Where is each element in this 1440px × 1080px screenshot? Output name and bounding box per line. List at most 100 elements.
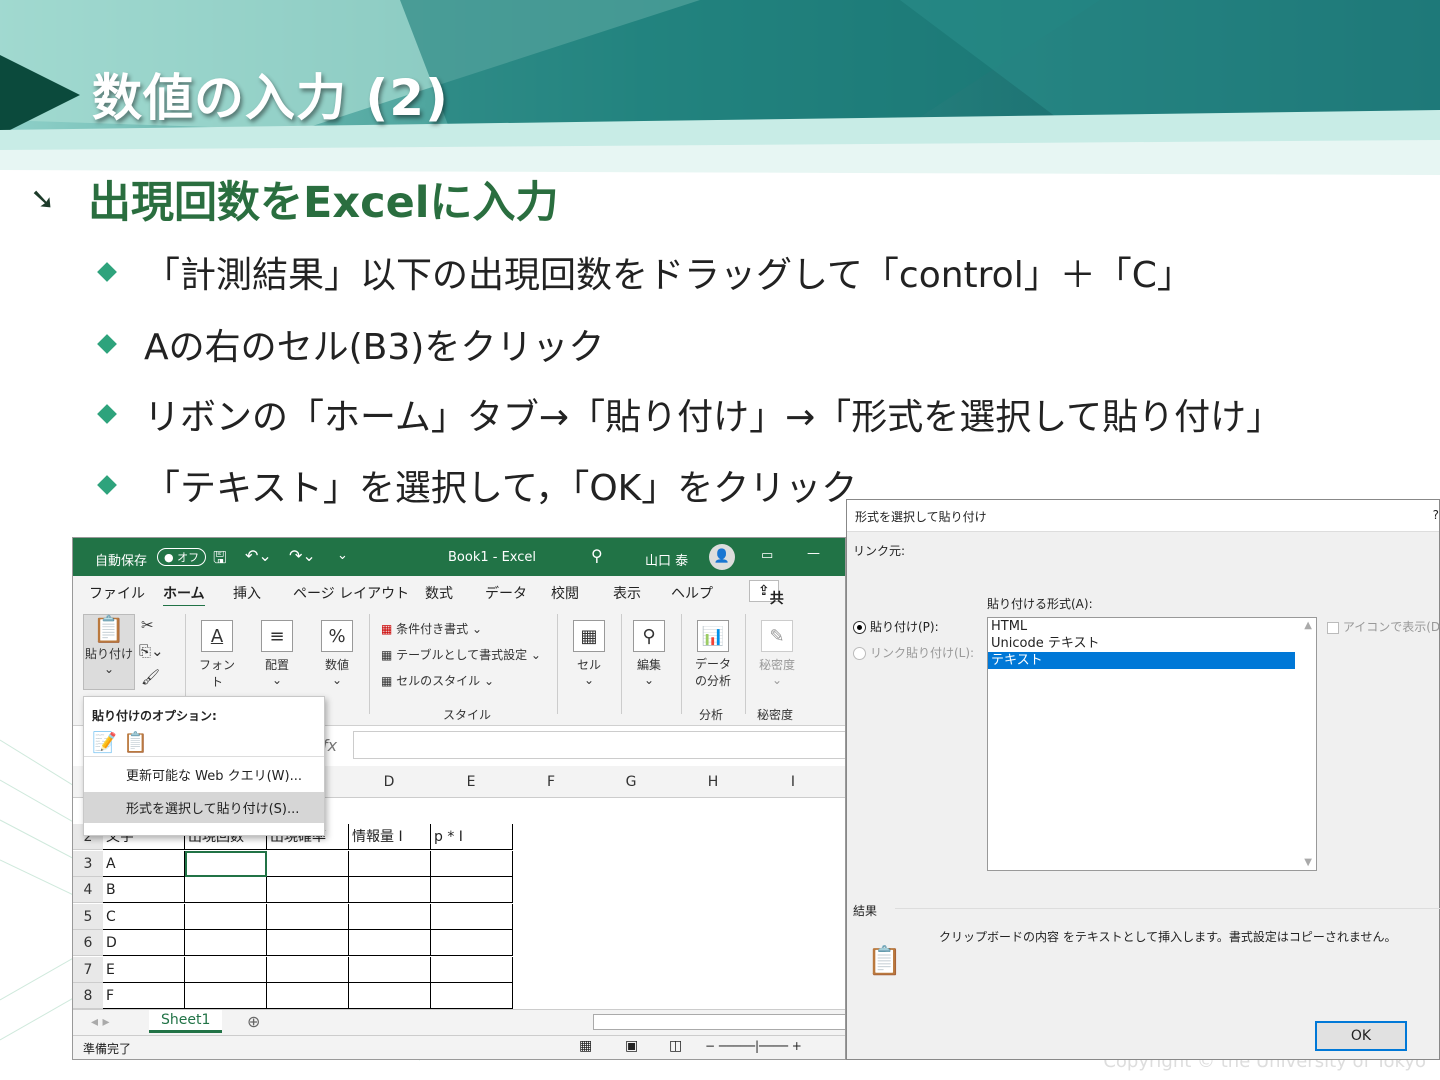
share-button[interactable]: ⇪ 共有	[749, 580, 784, 627]
table-cell[interactable]: E	[103, 956, 185, 983]
table-cell[interactable]	[267, 956, 349, 983]
copy-icon[interactable]: ⎘⌄	[139, 642, 164, 660]
column-header[interactable]: H	[673, 774, 753, 790]
column-header[interactable]: E	[431, 774, 511, 790]
display-as-icon-checkbox[interactable]: アイコンで表示(D	[1327, 618, 1440, 635]
autosave-toggle[interactable]: ● オフ	[157, 548, 207, 566]
tab-home[interactable]: ホーム	[163, 583, 205, 608]
table-cell[interactable]	[267, 983, 349, 1009]
column-header[interactable]: G	[591, 774, 671, 790]
alignment-button[interactable]: ≡ 配置 ⌄	[257, 620, 297, 687]
sheet-nav-icon[interactable]: ◂ ▸	[91, 1014, 110, 1030]
tab-formulas[interactable]: 数式	[425, 583, 453, 603]
tab-help[interactable]: ヘルプ	[671, 583, 713, 603]
conditional-format-button[interactable]: ▦ 条件付き書式 ⌄	[381, 620, 482, 637]
minimize-icon[interactable]: —	[807, 546, 820, 561]
table-cell[interactable]	[349, 850, 431, 877]
row-header[interactable]: 8	[73, 983, 103, 1009]
table-cell[interactable]: C	[103, 903, 185, 930]
table-cell[interactable]: p * I	[431, 824, 513, 850]
table-cell[interactable]	[431, 983, 513, 1009]
row-header[interactable]: 3	[73, 850, 103, 877]
analyze-data-button[interactable]: 📊 データの分析	[691, 620, 735, 690]
undo-icon[interactable]: ↶⌄	[245, 546, 272, 565]
table-cell[interactable]	[185, 903, 267, 930]
format-painter-icon[interactable]: 🖌	[141, 668, 160, 686]
table-cell[interactable]	[267, 903, 349, 930]
table-cell[interactable]: 情報量 I	[349, 824, 431, 850]
formula-bar[interactable]: fx	[322, 731, 845, 759]
redo-icon[interactable]: ↷⌄	[289, 546, 316, 565]
zoom-slider[interactable]: − ─────|──── +	[705, 1039, 802, 1053]
format-item-selected[interactable]: テキスト	[988, 652, 1295, 669]
column-header[interactable]: I	[753, 774, 833, 790]
format-item[interactable]: HTML	[988, 618, 1316, 635]
scroll-down-icon[interactable]: ▼	[1304, 857, 1312, 868]
avatar[interactable]: 👤	[709, 544, 735, 570]
table-cell[interactable]	[185, 956, 267, 983]
row-header[interactable]: 4	[73, 877, 103, 903]
tab-view[interactable]: 表示	[613, 583, 641, 603]
table-cell[interactable]	[185, 877, 267, 903]
link-paste-radio[interactable]: リンク貼り付け(L):	[853, 644, 974, 661]
table-cell[interactable]	[349, 877, 431, 903]
customize-qat-icon[interactable]: ⌄	[337, 548, 348, 563]
table-cell[interactable]	[431, 903, 513, 930]
column-header[interactable]: D	[349, 774, 429, 790]
table-cell[interactable]	[267, 930, 349, 956]
table-cell[interactable]	[431, 930, 513, 956]
help-button[interactable]: ?	[1433, 508, 1439, 522]
paste-text-icon[interactable]: 📝	[92, 730, 117, 754]
cell-style-button[interactable]: ▦ セルのスタイル ⌄	[381, 672, 494, 689]
cells-button[interactable]: ▦ セル ⌄	[569, 620, 609, 687]
table-cell[interactable]: F	[103, 983, 185, 1009]
table-cell[interactable]	[349, 903, 431, 930]
ok-button[interactable]: OK	[1315, 1021, 1407, 1051]
ribbon-display-icon[interactable]: ▭	[761, 548, 773, 563]
table-cell[interactable]	[185, 983, 267, 1009]
sensitivity-button[interactable]: ✎ 秘密度 ⌄	[755, 620, 799, 687]
row-header[interactable]: 7	[73, 956, 103, 983]
table-cell[interactable]	[431, 956, 513, 983]
page-layout-icon[interactable]: ▣	[625, 1038, 638, 1054]
tab-page-layout[interactable]: ページ レイアウト	[293, 583, 409, 603]
table-cell[interactable]	[349, 956, 431, 983]
table-cell[interactable]	[267, 850, 349, 877]
table-cell[interactable]: B	[103, 877, 185, 903]
format-item[interactable]: Unicode テキスト	[988, 635, 1316, 652]
paste-keep-icon[interactable]: 📋	[123, 730, 148, 754]
save-icon[interactable]: 🖫	[213, 547, 227, 574]
table-cell[interactable]	[349, 983, 431, 1009]
paste-button[interactable]: 📋 貼り付け ⌄	[83, 614, 135, 690]
table-cell[interactable]	[267, 877, 349, 903]
add-sheet-icon[interactable]: ⊕	[247, 1012, 260, 1031]
tab-data[interactable]: データ	[485, 583, 527, 603]
row-header[interactable]: 5	[73, 903, 103, 930]
table-cell[interactable]	[431, 877, 513, 903]
row-header[interactable]: 6	[73, 930, 103, 956]
scroll-up-icon[interactable]: ▲	[1304, 620, 1312, 631]
cut-icon[interactable]: ✂	[141, 616, 154, 634]
normal-view-icon[interactable]: ▦	[579, 1038, 592, 1054]
search-icon[interactable]: ⚲	[591, 546, 603, 565]
web-query-item[interactable]: 更新可能な Web クエリ(W)...	[84, 757, 324, 792]
table-cell[interactable]: A	[103, 850, 185, 877]
table-cell[interactable]	[185, 930, 267, 956]
editing-button[interactable]: ⚲ 編集 ⌄	[629, 620, 669, 687]
paste-radio[interactable]: 貼り付け(P):	[853, 618, 939, 635]
font-button[interactable]: Aフォント⌄	[197, 620, 237, 704]
number-button[interactable]: % 数値 ⌄	[317, 620, 357, 687]
horizontal-scrollbar[interactable]	[593, 1014, 845, 1030]
table-cell[interactable]	[431, 850, 513, 877]
tab-review[interactable]: 校閲	[551, 583, 579, 603]
paste-special-item[interactable]: 形式を選択して貼り付け(S)...	[84, 792, 324, 823]
table-format-button[interactable]: ▦ テーブルとして書式設定 ⌄	[381, 646, 541, 663]
tab-insert[interactable]: 挿入	[233, 583, 261, 603]
table-cell[interactable]: D	[103, 930, 185, 956]
format-list[interactable]: HTML Unicode テキスト テキスト ▲ ▼	[987, 617, 1317, 871]
column-header[interactable]: F	[511, 774, 591, 790]
tab-file[interactable]: ファイル	[89, 583, 145, 603]
sheet-tab[interactable]: Sheet1	[149, 1010, 223, 1033]
active-cell[interactable]	[185, 850, 267, 877]
page-break-icon[interactable]: ◫	[669, 1038, 682, 1054]
